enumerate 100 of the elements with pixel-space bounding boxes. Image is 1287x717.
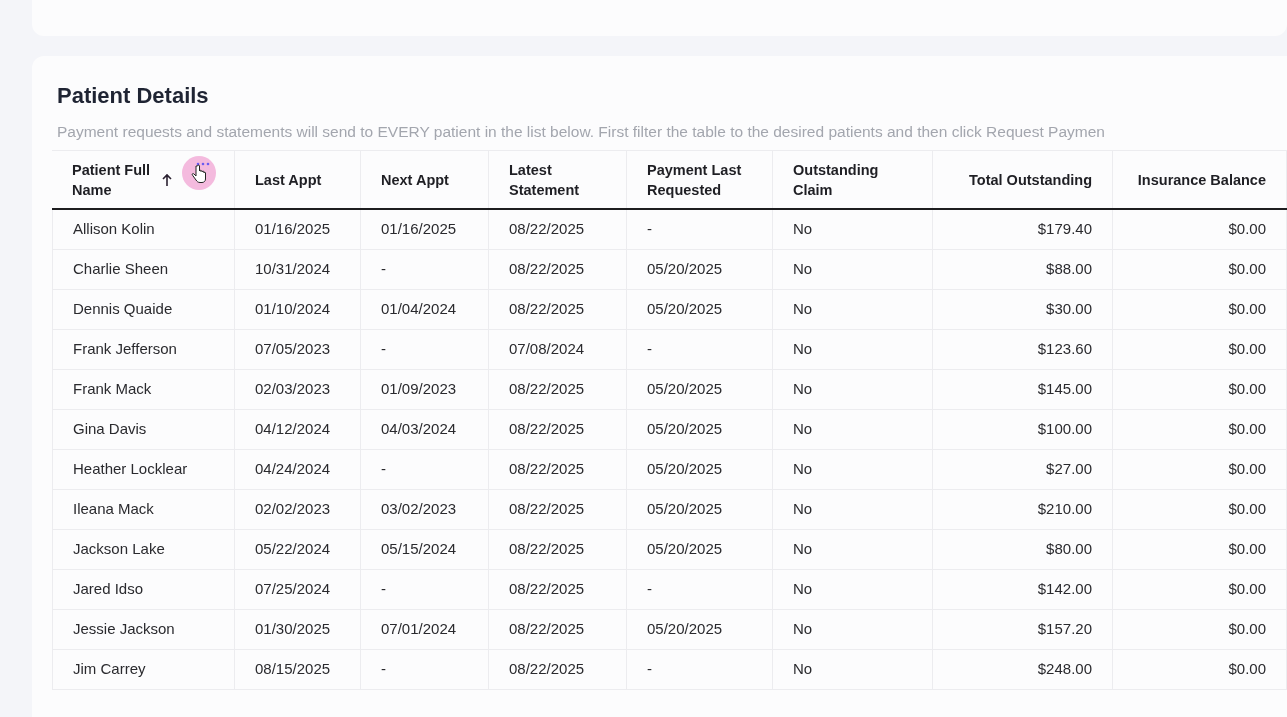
- sort-up-icon[interactable]: [162, 172, 172, 187]
- table-cell: No: [773, 650, 933, 689]
- table-cell: $80.00: [933, 530, 1113, 569]
- table-row[interactable]: Gina Davis 04/12/2024 04/03/2024 08/22/2025 05/20/2025 No $100.00 $0.00: [52, 410, 1287, 450]
- column-label: Total Outstanding: [969, 170, 1092, 190]
- column-header[interactable]: Next Appt: [361, 151, 489, 208]
- table-cell: 10/31/2024: [235, 250, 361, 289]
- table-cell: No: [773, 530, 933, 569]
- table-cell: Jessie Jackson: [52, 610, 235, 649]
- table-row[interactable]: Jessie Jackson 01/30/2025 07/01/2024 08/22/2025 05/20/2025 No $157.20 $0.00: [52, 610, 1287, 650]
- table-cell: Heather Locklear: [52, 450, 235, 489]
- table-cell: $210.00: [933, 490, 1113, 529]
- section-title: Patient Details: [57, 82, 209, 110]
- table-cell: 02/03/2023: [235, 370, 361, 409]
- table-row[interactable]: Frank Jefferson 07/05/2023 - 07/08/2024 - No $123.60 $0.00: [52, 330, 1287, 370]
- table-cell: 05/20/2025: [627, 610, 773, 649]
- column-label: Outstanding Claim: [793, 160, 880, 200]
- table-row[interactable]: Dennis Quaide 01/10/2024 01/04/2024 08/22/2025 05/20/2025 No $30.00 $0.00: [52, 290, 1287, 330]
- table-cell: 05/20/2025: [627, 490, 773, 529]
- table-cell: 03/02/2023: [361, 490, 489, 529]
- column-header[interactable]: Last Appt: [235, 151, 361, 208]
- table-cell: 05/20/2025: [627, 530, 773, 569]
- table-cell: 05/15/2024: [361, 530, 489, 569]
- table-cell: 02/02/2023: [235, 490, 361, 529]
- table-row[interactable]: Jared Idso 07/25/2024 - 08/22/2025 - No $142.00 $0.00: [52, 570, 1287, 610]
- table-cell: $0.00: [1113, 370, 1287, 409]
- table-cell: 05/22/2024: [235, 530, 361, 569]
- table-cell: 08/22/2025: [489, 210, 627, 249]
- table-cell: $0.00: [1113, 290, 1287, 329]
- table-cell: $0.00: [1113, 250, 1287, 289]
- hand-cursor-icon: [191, 164, 207, 184]
- table-cell: Gina Davis: [52, 410, 235, 449]
- table-cell: -: [361, 450, 489, 489]
- column-header[interactable]: Total Outstanding: [933, 151, 1113, 208]
- table-cell: $0.00: [1113, 650, 1287, 689]
- table-cell: 07/08/2024: [489, 330, 627, 369]
- table-cell: 08/22/2025: [489, 290, 627, 329]
- table-cell: 01/04/2024: [361, 290, 489, 329]
- table-cell: 01/30/2025: [235, 610, 361, 649]
- table-cell: 05/20/2025: [627, 410, 773, 449]
- table-cell: 07/25/2024: [235, 570, 361, 609]
- table-cell: $0.00: [1113, 330, 1287, 369]
- table-row[interactable]: Allison Kolin 01/16/2025 01/16/2025 08/22/2025 - No $179.40 $0.00: [52, 210, 1287, 250]
- table-row[interactable]: Charlie Sheen 10/31/2024 - 08/22/2025 05/20/2025 No $88.00 $0.00: [52, 250, 1287, 290]
- table-cell: No: [773, 490, 933, 529]
- table-cell: 08/15/2025: [235, 650, 361, 689]
- table-cell: $0.00: [1113, 450, 1287, 489]
- table-row[interactable]: Jackson Lake 05/22/2024 05/15/2024 08/22/2025 05/20/2025 No $80.00 $0.00: [52, 530, 1287, 570]
- column-header[interactable]: Insurance Balance: [1113, 151, 1287, 208]
- column-header[interactable]: Payment Last Requested: [627, 151, 773, 208]
- table-cell: -: [627, 650, 773, 689]
- table-row[interactable]: Heather Locklear 04/24/2024 - 08/22/2025 05/20/2025 No $27.00 $0.00: [52, 450, 1287, 490]
- table-row[interactable]: Frank Mack 02/03/2023 01/09/2023 08/22/2025 05/20/2025 No $145.00 $0.00: [52, 370, 1287, 410]
- table-cell: $0.00: [1113, 410, 1287, 449]
- table-cell: -: [627, 570, 773, 609]
- table-cell: No: [773, 410, 933, 449]
- column-label: Last Appt: [255, 170, 322, 190]
- table-cell: $30.00: [933, 290, 1113, 329]
- table-cell: $123.60: [933, 330, 1113, 369]
- table-cell: No: [773, 330, 933, 369]
- table-cell: 08/22/2025: [489, 490, 627, 529]
- table-cell: $0.00: [1113, 610, 1287, 649]
- table-cell: No: [773, 290, 933, 329]
- table-cell: $157.20: [933, 610, 1113, 649]
- table-row[interactable]: Jim Carrey 08/15/2025 - 08/22/2025 - No $248.00 $0.00: [52, 650, 1287, 690]
- table-cell: Dennis Quaide: [52, 290, 235, 329]
- table-cell: 01/16/2025: [235, 210, 361, 249]
- table-cell: 04/03/2024: [361, 410, 489, 449]
- column-menu-icon[interactable]: [196, 162, 210, 166]
- column-label: Insurance Balance: [1137, 170, 1266, 190]
- table-cell: $0.00: [1113, 570, 1287, 609]
- table-cell: 08/22/2025: [489, 450, 627, 489]
- table-cell: 08/22/2025: [489, 570, 627, 609]
- column-header[interactable]: Outstanding Claim: [773, 151, 933, 208]
- table-cell: Ileana Mack: [52, 490, 235, 529]
- table-cell: No: [773, 570, 933, 609]
- column-header[interactable]: Patient Full Name: [52, 151, 235, 208]
- table-cell: 05/20/2025: [627, 290, 773, 329]
- table-cell: 07/01/2024: [361, 610, 489, 649]
- table-cell: 08/22/2025: [489, 370, 627, 409]
- table-cell: $248.00: [933, 650, 1113, 689]
- table-cell: 01/10/2024: [235, 290, 361, 329]
- table-cell: $88.00: [933, 250, 1113, 289]
- table-cell: 01/09/2023: [361, 370, 489, 409]
- table-cell: -: [627, 330, 773, 369]
- table-cell: 05/20/2025: [627, 370, 773, 409]
- table-cell: $0.00: [1113, 210, 1287, 249]
- column-header[interactable]: Latest Statement: [489, 151, 627, 208]
- table-cell: Jackson Lake: [52, 530, 235, 569]
- table-cell: 04/12/2024: [235, 410, 361, 449]
- table-cell: 08/22/2025: [489, 650, 627, 689]
- table-cell: No: [773, 450, 933, 489]
- table-row[interactable]: Ileana Mack 02/02/2023 03/02/2023 08/22/2025 05/20/2025 No $210.00 $0.00: [52, 490, 1287, 530]
- table-cell: 07/05/2023: [235, 330, 361, 369]
- table-cell: $142.00: [933, 570, 1113, 609]
- table-cell: 08/22/2025: [489, 530, 627, 569]
- table-cell: -: [361, 650, 489, 689]
- table-cell: Charlie Sheen: [52, 250, 235, 289]
- table-cell: 01/16/2025: [361, 210, 489, 249]
- section-description: Payment requests and statements will send to EVERY patient in the list below. First filter the table to the desired patients and then click Request Paymen: [57, 122, 1105, 142]
